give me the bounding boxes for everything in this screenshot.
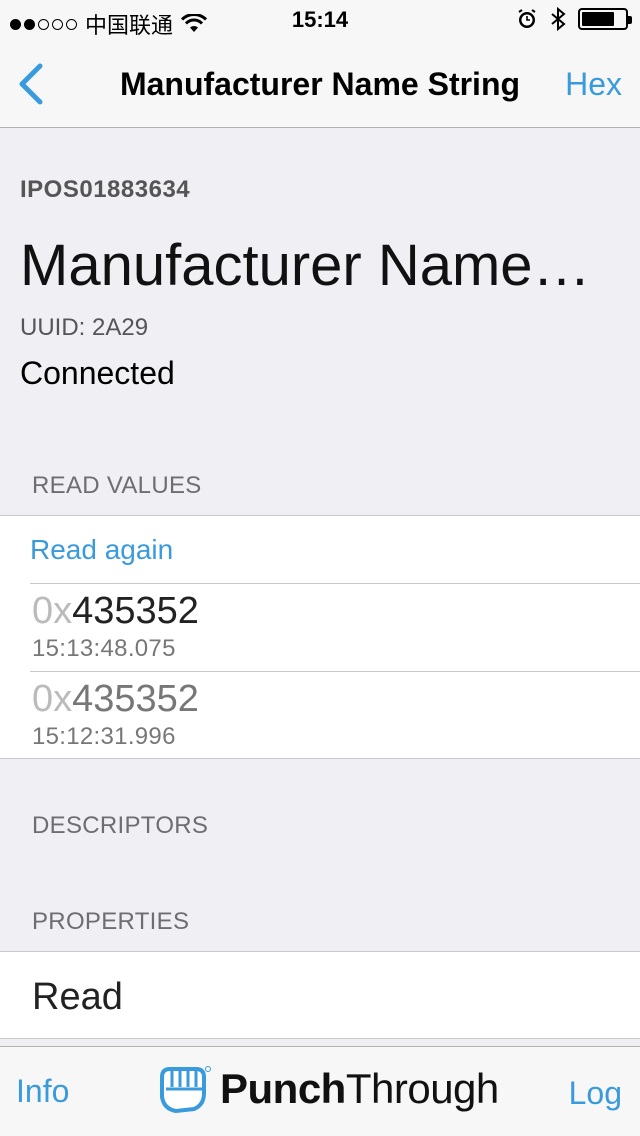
- brand-name-regular: Through: [345, 1065, 499, 1112]
- hex-prefix: 0x: [32, 678, 73, 720]
- status-right: [516, 7, 632, 31]
- value-timestamp: 15:12:31.996: [32, 723, 176, 750]
- hex-prefix: 0x: [32, 590, 73, 632]
- properties-group: Read: [0, 951, 640, 1039]
- hex-button[interactable]: Hex: [565, 66, 622, 103]
- value-row[interactable]: 0x435352 15:13:48.075: [32, 590, 199, 663]
- battery-icon: [578, 8, 632, 30]
- alarm-icon: [518, 9, 536, 28]
- properties-header: PROPERTIES: [32, 908, 190, 935]
- page-title: Manufacturer Name String: [119, 66, 521, 102]
- hex-value: 435352: [72, 590, 199, 632]
- characteristic-name: Manufacturer Name…: [20, 233, 591, 298]
- descriptors-header: DESCRIPTORS: [32, 812, 209, 839]
- row-separator: [30, 583, 640, 584]
- value-timestamp: 15:13:48.075: [32, 635, 176, 662]
- info-button[interactable]: Info: [16, 1073, 69, 1110]
- fist-icon: [160, 1066, 211, 1114]
- log-button[interactable]: Log: [569, 1075, 622, 1112]
- read-values-group: Read again 0x435352 15:13:48.075 0x43535…: [0, 515, 640, 759]
- read-values-header: READ VALUES: [32, 472, 202, 499]
- property-item: Read: [32, 976, 123, 1018]
- punchthrough-logo: PunchThrough: [156, 1063, 499, 1115]
- row-separator: [30, 671, 640, 672]
- bottom-toolbar: Info PunchThrough Log: [0, 1046, 640, 1136]
- connection-status: Connected: [20, 355, 175, 391]
- value-row[interactable]: 0x435352 15:12:31.996: [32, 678, 199, 751]
- brand-name-bold: Punch: [220, 1065, 346, 1112]
- bluetooth-icon: [551, 7, 566, 31]
- read-again-button[interactable]: Read again: [30, 534, 173, 566]
- navigation-bar: Manufacturer Name String Hex: [0, 40, 640, 128]
- hex-value: 435352: [72, 678, 199, 720]
- status-bar: 中国联通 15:14: [0, 0, 640, 40]
- characteristic-uuid: UUID: 2A29: [20, 314, 149, 341]
- device-id: IPOS01883634: [20, 176, 191, 203]
